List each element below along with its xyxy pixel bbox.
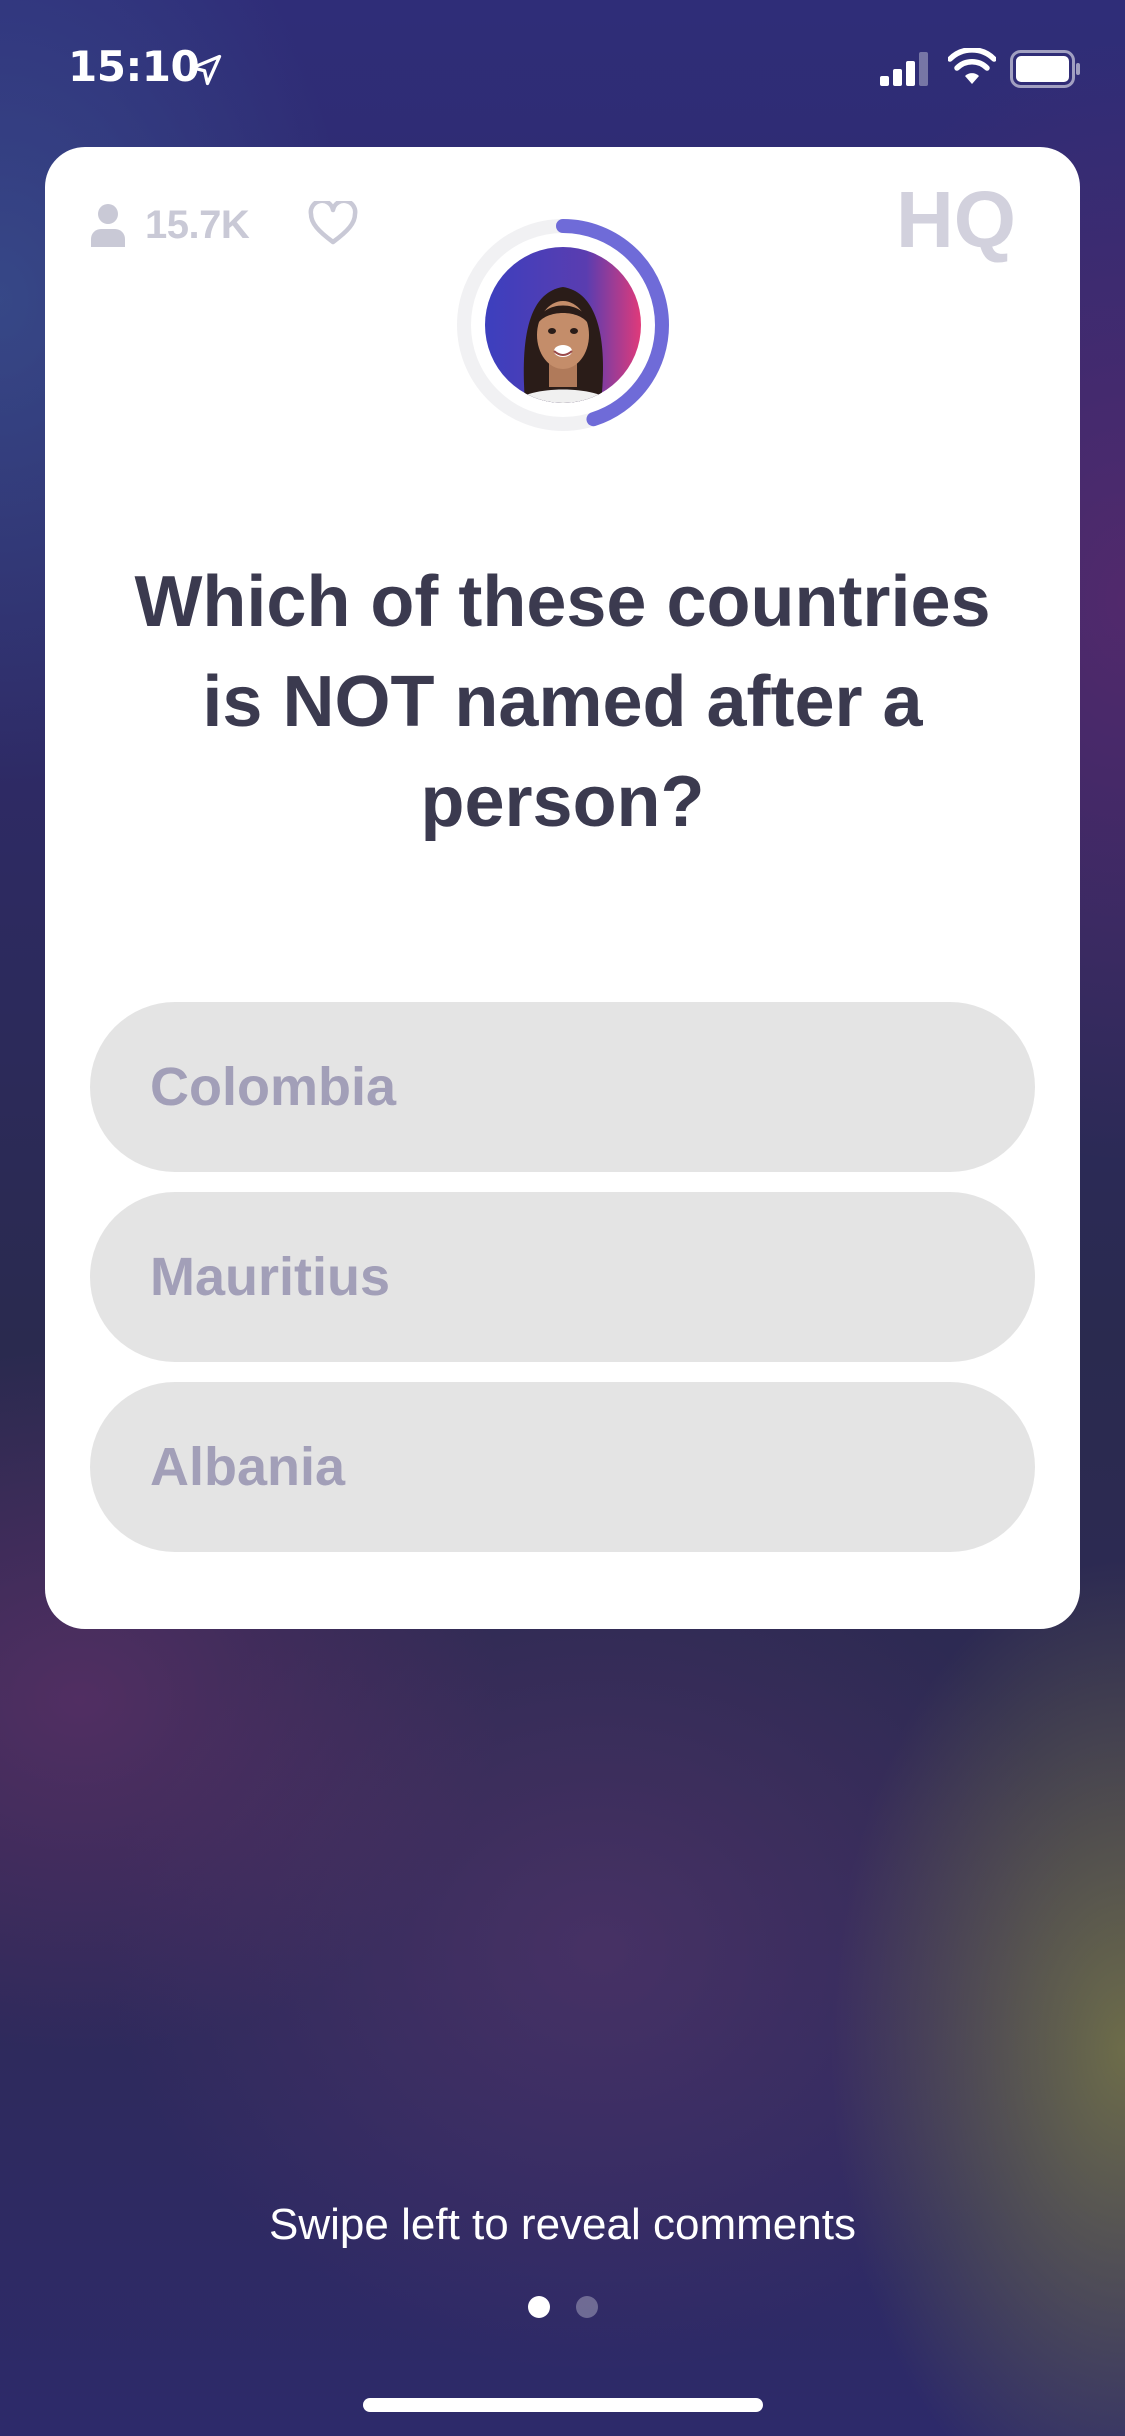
swipe-hint: Swipe left to reveal comments	[269, 2200, 856, 2249]
answer-label: Albania	[150, 1437, 346, 1497]
viewer-count-group: 15.7K	[89, 199, 250, 251]
page-dot-active[interactable]	[527, 2296, 550, 2318]
hq-logo-text: HQ	[896, 177, 1016, 264]
answer-label: Mauritius	[150, 1247, 391, 1307]
host-timer	[453, 215, 673, 435]
hq-logo: HQ	[896, 177, 1016, 264]
question-text: Which of these countries is NOT named af…	[134, 562, 991, 842]
location-arrow-icon	[190, 54, 222, 86]
person-icon	[91, 204, 125, 247]
page-indicator[interactable]	[0, 2296, 1125, 2318]
home-indicator[interactable]	[363, 2398, 763, 2412]
heart-icon[interactable]	[308, 201, 358, 245]
answer-option-colombia[interactable]: Colombia	[90, 1002, 1035, 1172]
wifi-icon	[948, 48, 996, 84]
answer-option-albania[interactable]: Albania	[90, 1382, 1035, 1552]
host-avatar	[485, 247, 641, 403]
answer-option-mauritius[interactable]: Mauritius	[90, 1192, 1035, 1362]
battery-icon	[1010, 50, 1080, 88]
answer-label: Colombia	[150, 1057, 397, 1117]
page-dot-inactive[interactable]	[575, 2296, 598, 2318]
status-bar: 15:10	[0, 0, 1125, 140]
viewer-count: 15.7K	[145, 202, 250, 247]
question-card: 15.7K HQ Which of these countries is NOT…	[45, 147, 1080, 1629]
signal-icon	[880, 52, 928, 86]
status-time: 15:10	[68, 42, 200, 91]
